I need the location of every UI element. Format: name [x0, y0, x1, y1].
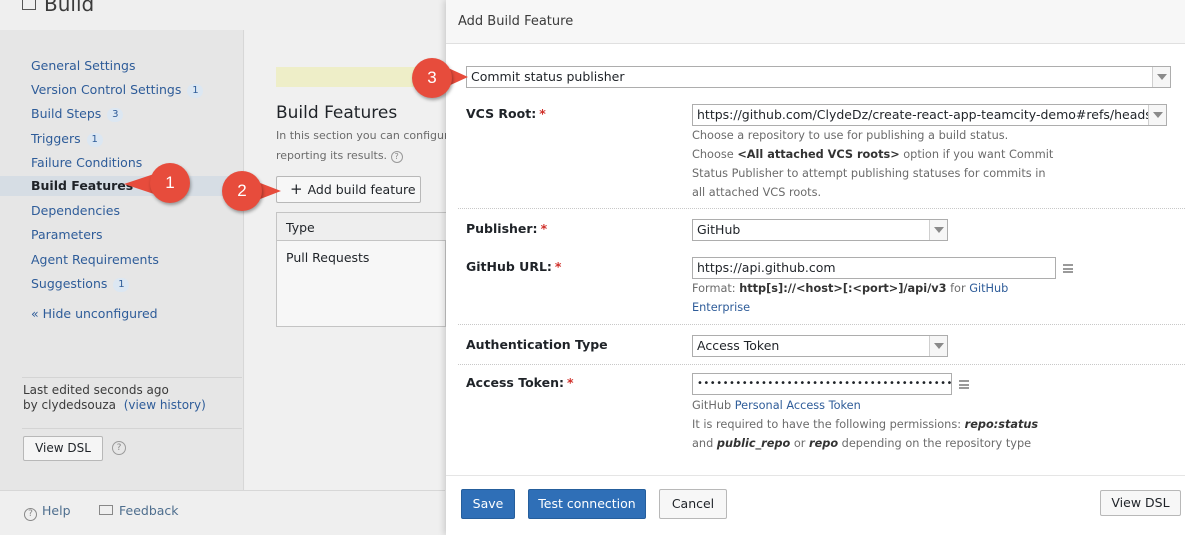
sidebar-item-suggestions[interactable]: Suggestions 1: [31, 274, 130, 294]
sidebar-divider: [22, 377, 242, 378]
sidebar-item-triggers[interactable]: Triggers 1: [31, 129, 103, 149]
chevron-down-icon: [1152, 67, 1170, 87]
dialog-header: Add Build Feature: [446, 0, 1185, 44]
dialog-footer-divider: [446, 475, 1185, 476]
sidebar-item-dependencies[interactable]: Dependencies: [31, 201, 120, 221]
sidebar-item-version-control-settings[interactable]: Version Control Settings 1: [31, 80, 204, 100]
field-separator: [458, 208, 1185, 209]
feedback-link[interactable]: Feedback: [99, 503, 179, 518]
view-dsl-button[interactable]: View DSL: [23, 436, 103, 461]
build-features-description: In this section you can configure report…: [276, 129, 446, 163]
help-icon[interactable]: ?: [112, 441, 126, 455]
mail-icon: [99, 505, 113, 515]
count-badge: 1: [86, 133, 103, 147]
vcs-root-help: Choose a repository to use for publishin…: [692, 129, 1054, 199]
count-badge: 3: [107, 108, 124, 122]
callout-marker-2: 2: [222, 171, 262, 211]
publisher-label: Publisher: *: [466, 221, 548, 236]
build-checkbox-icon: [22, 0, 36, 10]
sidebar-item-build-features[interactable]: Build Features: [0, 176, 244, 196]
help-icon[interactable]: ?: [390, 151, 403, 163]
sidebar-item-agent-requirements[interactable]: Agent Requirements: [31, 250, 159, 270]
access-token-help: GitHub Personal Access Token It is requi…: [692, 399, 1039, 450]
cancel-button[interactable]: Cancel: [659, 489, 727, 519]
sidebar-item-parameters[interactable]: Parameters: [31, 225, 103, 245]
view-history-link[interactable]: (view history): [124, 398, 206, 412]
help-link[interactable]: ? Help: [24, 503, 71, 521]
last-edited-info: Last edited seconds ago by clydedsouza (…: [23, 383, 206, 412]
callout-marker-3: 3: [412, 58, 452, 98]
features-table: Type Pull Requests: [276, 212, 447, 327]
github-enterprise-link[interactable]: Enterprise: [692, 298, 1008, 317]
test-connection-button[interactable]: Test connection: [528, 489, 646, 519]
count-badge: 1: [113, 278, 130, 292]
field-separator: [458, 364, 1185, 365]
view-dsl-button[interactable]: View DSL: [1100, 490, 1181, 516]
access-token-label: Access Token: *: [466, 375, 574, 390]
github-enterprise-link[interactable]: GitHub: [969, 282, 1008, 295]
access-token-input[interactable]: ••••••••••••••••••••••••••••••••••••••••: [692, 373, 952, 395]
add-build-feature-button[interactable]: + Add build feature: [276, 176, 421, 203]
help-icon: ?: [24, 508, 37, 521]
build-features-heading: Build Features: [276, 103, 398, 123]
github-url-input[interactable]: https://api.github.com: [692, 257, 1056, 279]
page-title: Build: [22, 0, 94, 16]
personal-access-token-link[interactable]: Personal Access Token: [735, 399, 861, 412]
auth-type-label: Authentication Type: [466, 337, 608, 352]
auth-type-select[interactable]: Access Token: [692, 335, 948, 357]
github-url-label: GitHub URL: *: [466, 259, 562, 274]
sidebar: General Settings Version Control Setting…: [0, 30, 244, 490]
parameters-list-icon[interactable]: [1063, 264, 1073, 273]
save-button[interactable]: Save: [461, 489, 515, 519]
chevron-down-icon: [1148, 105, 1166, 125]
hide-unconfigured-link[interactable]: « Hide unconfigured: [31, 304, 158, 324]
sidebar-item-build-steps[interactable]: Build Steps 3: [31, 104, 124, 124]
table-row[interactable]: Pull Requests: [286, 250, 369, 265]
publisher-select[interactable]: GitHub: [692, 219, 948, 241]
table-header-type: Type: [277, 213, 447, 241]
vcs-root-label: VCS Root: *: [466, 106, 546, 121]
sidebar-item-failure-conditions[interactable]: Failure Conditions: [31, 153, 142, 173]
dialog-title: Add Build Feature: [458, 14, 574, 29]
vcs-root-select[interactable]: https://github.com/ClydeDz/create-react-…: [692, 104, 1167, 126]
github-url-help: Format: http[s]://<host>[:<port>]/api/v3…: [692, 279, 1008, 317]
field-separator: [458, 324, 1185, 325]
callout-marker-1: 1: [150, 163, 190, 203]
chevron-down-icon: [929, 220, 947, 240]
chevron-down-icon: [929, 336, 947, 356]
add-build-feature-dialog: Add Build Feature Commit status publishe…: [446, 0, 1185, 535]
plus-icon: +: [290, 180, 303, 198]
parameters-list-icon[interactable]: [959, 380, 969, 389]
sidebar-item-general-settings[interactable]: General Settings: [31, 56, 136, 76]
count-badge: 1: [187, 84, 204, 98]
feature-type-select[interactable]: Commit status publisher: [466, 66, 1171, 88]
sidebar-divider: [22, 428, 242, 429]
